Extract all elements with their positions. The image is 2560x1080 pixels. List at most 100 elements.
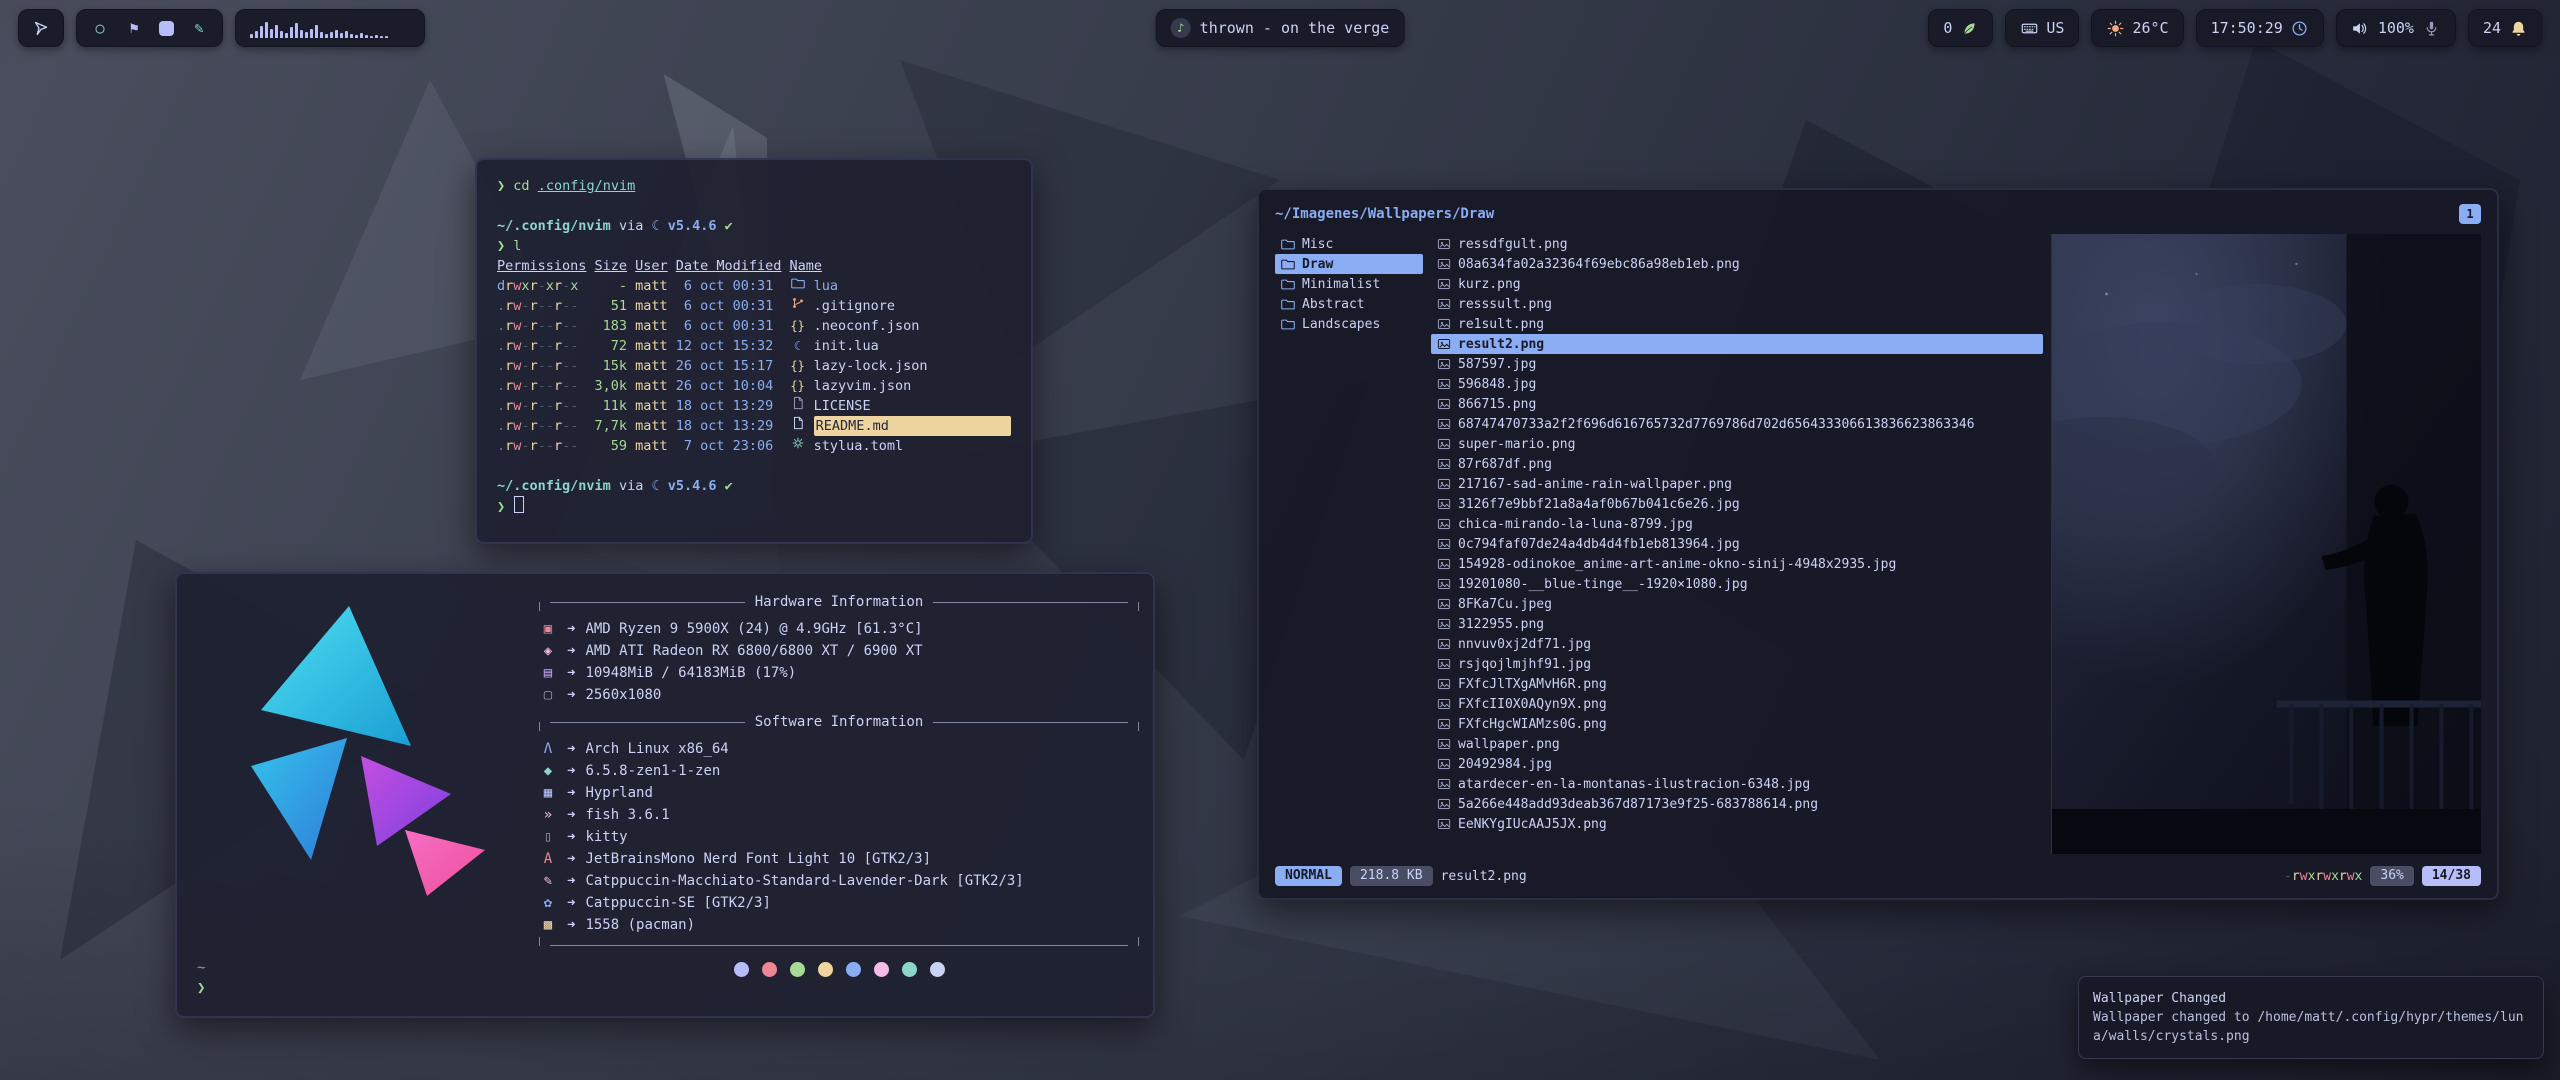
file-name: atardecer-en-la-montanas-ilustracion-634… (1458, 777, 1810, 792)
volume-module[interactable]: 100% (2336, 9, 2456, 47)
file-row[interactable]: 596848.jpg (1431, 374, 2043, 394)
terminal-prompt-line[interactable]: ❯ (497, 496, 1011, 517)
file-date: 12 oct 15:32 (676, 336, 782, 356)
file-row[interactable]: atardecer-en-la-montanas-ilustracion-634… (1431, 774, 2043, 794)
file-row[interactable]: 3126f7e9bbf21a8a4af0b67b041c6e26.jpg (1431, 494, 2043, 514)
os-icon: Λ (539, 738, 557, 760)
file-row[interactable]: 20492984.jpg (1431, 754, 2043, 774)
clock-module[interactable]: 17:50:29 (2196, 9, 2324, 47)
file-manager-statusbar: NORMAL 218.8 KB result2.png -rwxrwxrwx 3… (1275, 864, 2481, 888)
file-row[interactable]: 5a266e448add93deab367d87173e9f25-6837886… (1431, 794, 2043, 814)
directory-row[interactable]: Landscapes (1275, 314, 1423, 334)
tab-badge[interactable]: 1 (2459, 204, 2481, 224)
file-name: ressdfgult.png (1458, 237, 1568, 252)
file-permissions: .rw-r--r-- (497, 356, 586, 376)
file-name: 08a634fa02a32364f69ebc86a98eb1eb.png (1458, 257, 1740, 272)
file-row[interactable]: result2.png (1431, 334, 2043, 354)
arrow-icon: ➜ (567, 684, 575, 706)
file-name: resssult.png (1458, 297, 1552, 312)
launcher-button[interactable] (18, 9, 64, 47)
file-row[interactable]: 8FKa7Cu.jpeg (1431, 594, 2043, 614)
image-file-icon (1437, 757, 1451, 771)
file-name: .neoconf.json (814, 316, 1011, 336)
fetch-info-value: 10948MiB / 64183MiB (17%) (585, 662, 796, 684)
file-row[interactable]: 0c794faf07de24a4db4d4fb1eb813964.jpg (1431, 534, 2043, 554)
fetch-info-row: ◈➜AMD ATI Radeon RX 6800/6800 XT / 6900 … (539, 640, 1139, 662)
fetch-prompt[interactable]: ~ ❯ (197, 958, 205, 998)
image-file-icon (1437, 597, 1451, 611)
keyboard-layout-module[interactable]: US (2005, 9, 2079, 47)
parent-directory-pane: MiscDrawMinimalistAbstractLandscapes (1275, 234, 1423, 854)
file-manager-window[interactable]: ~/Imagenes/Wallpapers/Draw 1 MiscDrawMin… (1257, 188, 2499, 900)
list-position-badge: 14/38 (2422, 866, 2481, 886)
updates-module[interactable]: 0 (1928, 9, 1993, 47)
file-row[interactable]: 866715.png (1431, 394, 2043, 414)
directory-row[interactable]: Minimalist (1275, 274, 1423, 294)
hardware-title: Hardware Information (755, 591, 924, 613)
file-row[interactable]: nnvuv0xj2df71.jpg (1431, 634, 2043, 654)
file-row[interactable]: re1sult.png (1431, 314, 2043, 334)
terminal-cursor (514, 496, 524, 513)
fetch-info-row: ✎➜Catppuccin-Macchiato-Standard-Lavender… (539, 870, 1139, 892)
palette-dot (762, 962, 777, 977)
file-row[interactable]: 217167-sad-anime-rain-wallpaper.png (1431, 474, 2043, 494)
palette-dot (790, 962, 805, 977)
workspace-3-active-icon[interactable] (159, 21, 174, 36)
directory-row[interactable]: Misc (1275, 234, 1423, 254)
media-player-pill[interactable]: ♪ thrown - on the verge (1156, 9, 1405, 47)
workspace-4-icon[interactable]: ✎ (190, 19, 208, 37)
workspace-2-icon[interactable]: ⚑ (125, 19, 143, 37)
fetch-info: Hardware Information ▣➜AMD Ryzen 9 5900X… (539, 586, 1139, 977)
file-row[interactable]: 154928-odinokoe_anime-art-anime-okno-sin… (1431, 554, 2043, 574)
lua-version: v5.4.6 (668, 478, 717, 494)
file-row[interactable]: ressdfgult.png (1431, 234, 2043, 254)
moon-icon: ☾ (790, 336, 806, 356)
file-row[interactable]: EeNKYgIUcAAJ5JX.png (1431, 814, 2043, 834)
file-row[interactable]: super-mario.png (1431, 434, 2043, 454)
file-date: 18 oct 13:29 (676, 416, 782, 436)
file-name: chica-mirando-la-luna-8799.jpg (1458, 517, 1693, 532)
file-row[interactable]: FXfcHgcWIAMzs0G.png (1431, 714, 2043, 734)
file-row[interactable]: 3122955.png (1431, 614, 2043, 634)
terminal-window[interactable]: ❯ cd .config/nvim ~/.config/nvim via ☾ v… (475, 158, 1033, 544)
file-row[interactable]: 19201080-__blue-tinge__-1920×1080.jpg (1431, 574, 2043, 594)
workspace-1-icon[interactable]: ○ (91, 19, 109, 37)
ls-file-row: .rw-r--r--72matt12 oct 15:32☾init.lua (497, 336, 1011, 356)
file-permissions: .rw-r--r-- (497, 396, 586, 416)
visualizer-bar (335, 30, 338, 38)
file-row[interactable]: resssult.png (1431, 294, 2043, 314)
notification-popup[interactable]: Wallpaper Changed Wallpaper changed to /… (2078, 976, 2544, 1059)
file-owner: matt (635, 336, 668, 356)
file-row[interactable]: 87r687df.png (1431, 454, 2043, 474)
file-row[interactable]: chica-mirando-la-luna-8799.jpg (1431, 514, 2043, 534)
file-row[interactable]: rsjqojlmjhf91.jpg (1431, 654, 2043, 674)
cpu-icon: ▣ (539, 618, 557, 640)
media-title: thrown - on the verge (1200, 19, 1390, 37)
file-row[interactable]: 68747470733a2f2f696d616765732d7769786d70… (1431, 414, 2043, 434)
ls-file-row: drwxr-xr-x-matt 6 oct 00:31lua (497, 276, 1011, 296)
terminal-color-palette (539, 962, 1139, 977)
notifications-module[interactable]: 24 (2468, 9, 2542, 47)
weather-module[interactable]: 26°C (2091, 9, 2183, 47)
file-row[interactable]: kurz.png (1431, 274, 2043, 294)
directory-row[interactable]: Abstract (1275, 294, 1423, 314)
workspaces-module: ○ ⚑ ✎ (76, 9, 223, 47)
fetch-info-value: fish 3.6.1 (585, 804, 669, 826)
file-row[interactable]: 08a634fa02a32364f69ebc86a98eb1eb.png (1431, 254, 2043, 274)
terminal-command-line: ❯ cd .config/nvim (497, 176, 1011, 196)
directory-row[interactable]: Draw (1275, 254, 1423, 274)
header-name: Name (790, 256, 1011, 276)
file-size: 3,0k (595, 376, 628, 396)
image-file-icon (1437, 237, 1451, 251)
starship-path-line: ~/.config/nvim via ☾ v5.4.6 ✔ (497, 476, 1011, 496)
file-row[interactable]: FXfcII0X0AQyn9X.png (1431, 694, 2043, 714)
file-name: 596848.jpg (1458, 377, 1536, 392)
notification-count: 24 (2483, 19, 2501, 37)
preview-image (2052, 234, 2481, 854)
fetch-info-value: 1558 (pacman) (585, 914, 695, 936)
fetch-window[interactable]: Hardware Information ▣➜AMD Ryzen 9 5900X… (175, 572, 1155, 1018)
file-owner: matt (635, 376, 668, 396)
file-row[interactable]: 587597.jpg (1431, 354, 2043, 374)
file-row[interactable]: wallpaper.png (1431, 734, 2043, 754)
file-row[interactable]: FXfcJlTXgAMvH6R.png (1431, 674, 2043, 694)
